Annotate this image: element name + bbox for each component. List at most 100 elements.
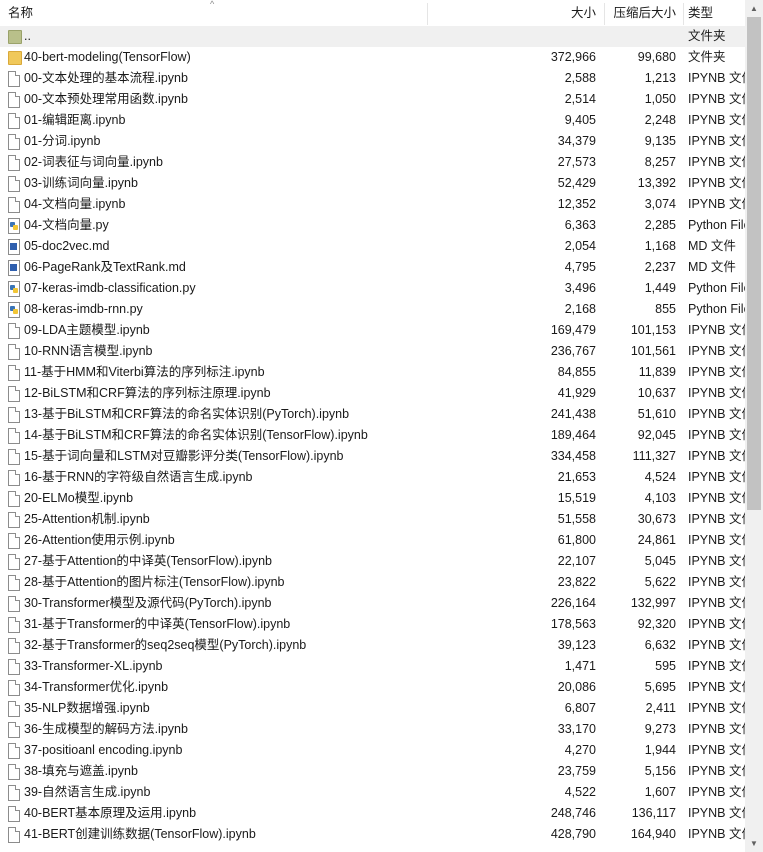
file-size: 372,966: [550, 50, 596, 64]
file-type: IPYNB 文件: [688, 638, 745, 652]
parent-folder-row[interactable]: .. 文件夹: [0, 26, 745, 47]
file-compressed-size: 5,045: [644, 554, 676, 568]
column-header-type[interactable]: 类型: [688, 0, 745, 26]
file-size: 2,588: [564, 71, 596, 85]
file-row[interactable]: 07-keras-imdb-classification.py 3,496 1,44…: [0, 278, 745, 299]
file-name: 32-基于Transformer的seq2seq模型(PyTorch).ipyn…: [24, 638, 307, 652]
file-name: 13-基于BiLSTM和CRF算法的命名实体识别(PyTorch).ipynb: [24, 407, 350, 421]
vertical-scrollbar[interactable]: ▲ ▼: [745, 0, 763, 852]
file-type: IPYNB 文件: [688, 659, 745, 673]
file-compressed-size: 595: [655, 659, 676, 673]
file-row[interactable]: 27-基于Attention的中译英(TensorFlow).ipynb 22,1…: [0, 551, 745, 572]
file-size: 248,746: [550, 806, 596, 820]
file-name: ..: [24, 29, 31, 43]
file-name: 25-Attention机制.ipynb: [24, 512, 150, 526]
file-size: 39,123: [557, 638, 596, 652]
file-size: 27,573: [557, 155, 596, 169]
file-row[interactable]: 15-基于词向量和LSTM对豆瓣影评分类(TensorFlow).ipynb 33…: [0, 446, 745, 467]
python-file-icon: [8, 281, 20, 297]
file-row[interactable]: 10-RNN语言模型.ipynb 236,767 101,561 IPYNB 文件: [0, 341, 745, 362]
file-row[interactable]: 30-Transformer模型及源代码(PyTorch).ipynb 226,1…: [0, 593, 745, 614]
file-row[interactable]: 13-基于BiLSTM和CRF算法的命名实体识别(PyTorch).ipynb 2…: [0, 404, 745, 425]
column-header-size[interactable]: 大小: [428, 0, 596, 26]
file-row[interactable]: 39-自然语言生成.ipynb 4,522 1,607 IPYNB 文件: [0, 782, 745, 803]
file-row[interactable]: 01-分词.ipynb 34,379 9,135 IPYNB 文件: [0, 131, 745, 152]
file-name: 04-文档向量.py: [24, 218, 109, 232]
file-row[interactable]: 04-文档向量.py 6,363 2,285 Python File: [0, 215, 745, 236]
file-row[interactable]: 37-positioanl encoding.ipynb 4,270 1,944 IP…: [0, 740, 745, 761]
file-row[interactable]: 40-BERT基本原理及运用.ipynb 248,746 136,117 IPYNB …: [0, 803, 745, 824]
file-size: 241,438: [550, 407, 596, 421]
file-compressed-size: 855: [655, 302, 676, 316]
file-size: 12,352: [557, 197, 596, 211]
file-name: 27-基于Attention的中译英(TensorFlow).ipynb: [24, 554, 272, 568]
scroll-down-arrow-icon[interactable]: ▼: [745, 835, 763, 852]
file-size: 34,379: [557, 134, 596, 148]
file-size: 22,107: [557, 554, 596, 568]
file-compressed-size: 1,449: [644, 281, 676, 295]
file-row[interactable]: 02-词表征与词向量.ipynb 27,573 8,257 IPYNB 文件: [0, 152, 745, 173]
file-row[interactable]: 11-基于HMM和Viterbi算法的序列标注.ipynb 84,855 11,83…: [0, 362, 745, 383]
file-icon: [8, 827, 20, 843]
file-name: 33-Transformer-XL.ipynb: [24, 659, 163, 673]
file-row[interactable]: 01-编辑距离.ipynb 9,405 2,248 IPYNB 文件: [0, 110, 745, 131]
file-row[interactable]: 31-基于Transformer的中译英(TensorFlow).ipynb 17…: [0, 614, 745, 635]
file-row[interactable]: 40-bert-modeling(TensorFlow) 372,966 99,68…: [0, 47, 745, 68]
file-row[interactable]: 03-训练词向量.ipynb 52,429 13,392 IPYNB 文件: [0, 173, 745, 194]
file-row[interactable]: 25-Attention机制.ipynb 51,558 30,673 IPYNB 文件: [0, 509, 745, 530]
file-name: 05-doc2vec.md: [24, 239, 110, 253]
file-row[interactable]: 32-基于Transformer的seq2seq模型(PyTorch).ipyn…: [0, 635, 745, 656]
file-row[interactable]: 00-文本预处理常用函数.ipynb 2,514 1,050 IPYNB 文件: [0, 89, 745, 110]
file-row[interactable]: 36-生成模型的解码方法.ipynb 33,170 9,273 IPYNB 文件: [0, 719, 745, 740]
file-name: 15-基于词向量和LSTM对豆瓣影评分类(TensorFlow).ipynb: [24, 449, 344, 463]
file-row[interactable]: 28-基于Attention的图片标注(TensorFlow).ipynb 23,…: [0, 572, 745, 593]
file-size: 41,929: [557, 386, 596, 400]
file-compressed-size: 5,695: [644, 680, 676, 694]
file-row[interactable]: 05-doc2vec.md 2,054 1,168 MD 文件: [0, 236, 745, 257]
file-size: 33,170: [557, 722, 596, 736]
scrollbar-thumb[interactable]: [747, 17, 761, 510]
file-size: 4,795: [564, 260, 596, 274]
file-row[interactable]: 34-Transformer优化.ipynb 20,086 5,695 IPYNB 文…: [0, 677, 745, 698]
file-size: 1,471: [564, 659, 596, 673]
file-icon: [8, 533, 20, 549]
file-compressed-size: 13,392: [637, 176, 676, 190]
file-compressed-size: 3,074: [644, 197, 676, 211]
file-compressed-size: 92,320: [637, 617, 676, 631]
file-icon: [8, 785, 20, 801]
file-size: 15,519: [557, 491, 596, 505]
file-row[interactable]: 14-基于BiLSTM和CRF算法的命名实体识别(TensorFlow).ipy…: [0, 425, 745, 446]
file-compressed-size: 92,045: [637, 428, 676, 442]
column-divider[interactable]: [683, 3, 684, 25]
file-row[interactable]: 20-ELMo模型.ipynb 15,519 4,103 IPYNB 文件: [0, 488, 745, 509]
file-type: IPYNB 文件: [688, 533, 745, 547]
file-icon: [8, 722, 20, 738]
file-row[interactable]: 38-填充与遮盖.ipynb 23,759 5,156 IPYNB 文件: [0, 761, 745, 782]
file-compressed-size: 8,257: [644, 155, 676, 169]
file-name: 14-基于BiLSTM和CRF算法的命名实体识别(TensorFlow).ipy…: [24, 428, 368, 442]
scroll-up-arrow-icon[interactable]: ▲: [745, 0, 763, 17]
file-compressed-size: 164,940: [630, 827, 676, 841]
file-icon: [8, 71, 20, 87]
file-icon: [8, 344, 20, 360]
file-type: 文件夹: [688, 29, 726, 43]
column-header-size-label: 大小: [570, 6, 596, 20]
file-row[interactable]: 09-LDA主题模型.ipynb 169,479 101,153 IPYNB 文件: [0, 320, 745, 341]
file-row[interactable]: 16-基于RNN的字符级自然语言生成.ipynb 21,653 4,524 IPYNB…: [0, 467, 745, 488]
file-row[interactable]: 04-文档向量.ipynb 12,352 3,074 IPYNB 文件: [0, 194, 745, 215]
file-row[interactable]: 33-Transformer-XL.ipynb 1,471 595 IPYNB 文件: [0, 656, 745, 677]
markdown-file-icon: [8, 239, 20, 255]
column-header-compressed-size[interactable]: 压缩后大小: [605, 0, 676, 26]
file-row[interactable]: 41-BERT创建训练数据(TensorFlow).ipynb 428,790 16…: [0, 824, 745, 845]
file-row[interactable]: 00-文本处理的基本流程.ipynb 2,588 1,213 IPYNB 文件: [0, 68, 745, 89]
file-row[interactable]: 06-PageRank及TextRank.md 4,795 2,237 MD 文件: [0, 257, 745, 278]
file-row[interactable]: 12-BiLSTM和CRF算法的序列标注原理.ipynb 41,929 10,637…: [0, 383, 745, 404]
file-type: IPYNB 文件: [688, 386, 745, 400]
file-size: 20,086: [557, 680, 596, 694]
file-row[interactable]: 26-Attention使用示例.ipynb 61,800 24,861 IPYNB …: [0, 530, 745, 551]
file-icon: [8, 680, 20, 696]
file-size: 52,429: [557, 176, 596, 190]
file-row[interactable]: 35-NLP数据增强.ipynb 6,807 2,411 IPYNB 文件: [0, 698, 745, 719]
file-compressed-size: 4,524: [644, 470, 676, 484]
file-row[interactable]: 08-keras-imdb-rnn.py 2,168 855 Python File: [0, 299, 745, 320]
